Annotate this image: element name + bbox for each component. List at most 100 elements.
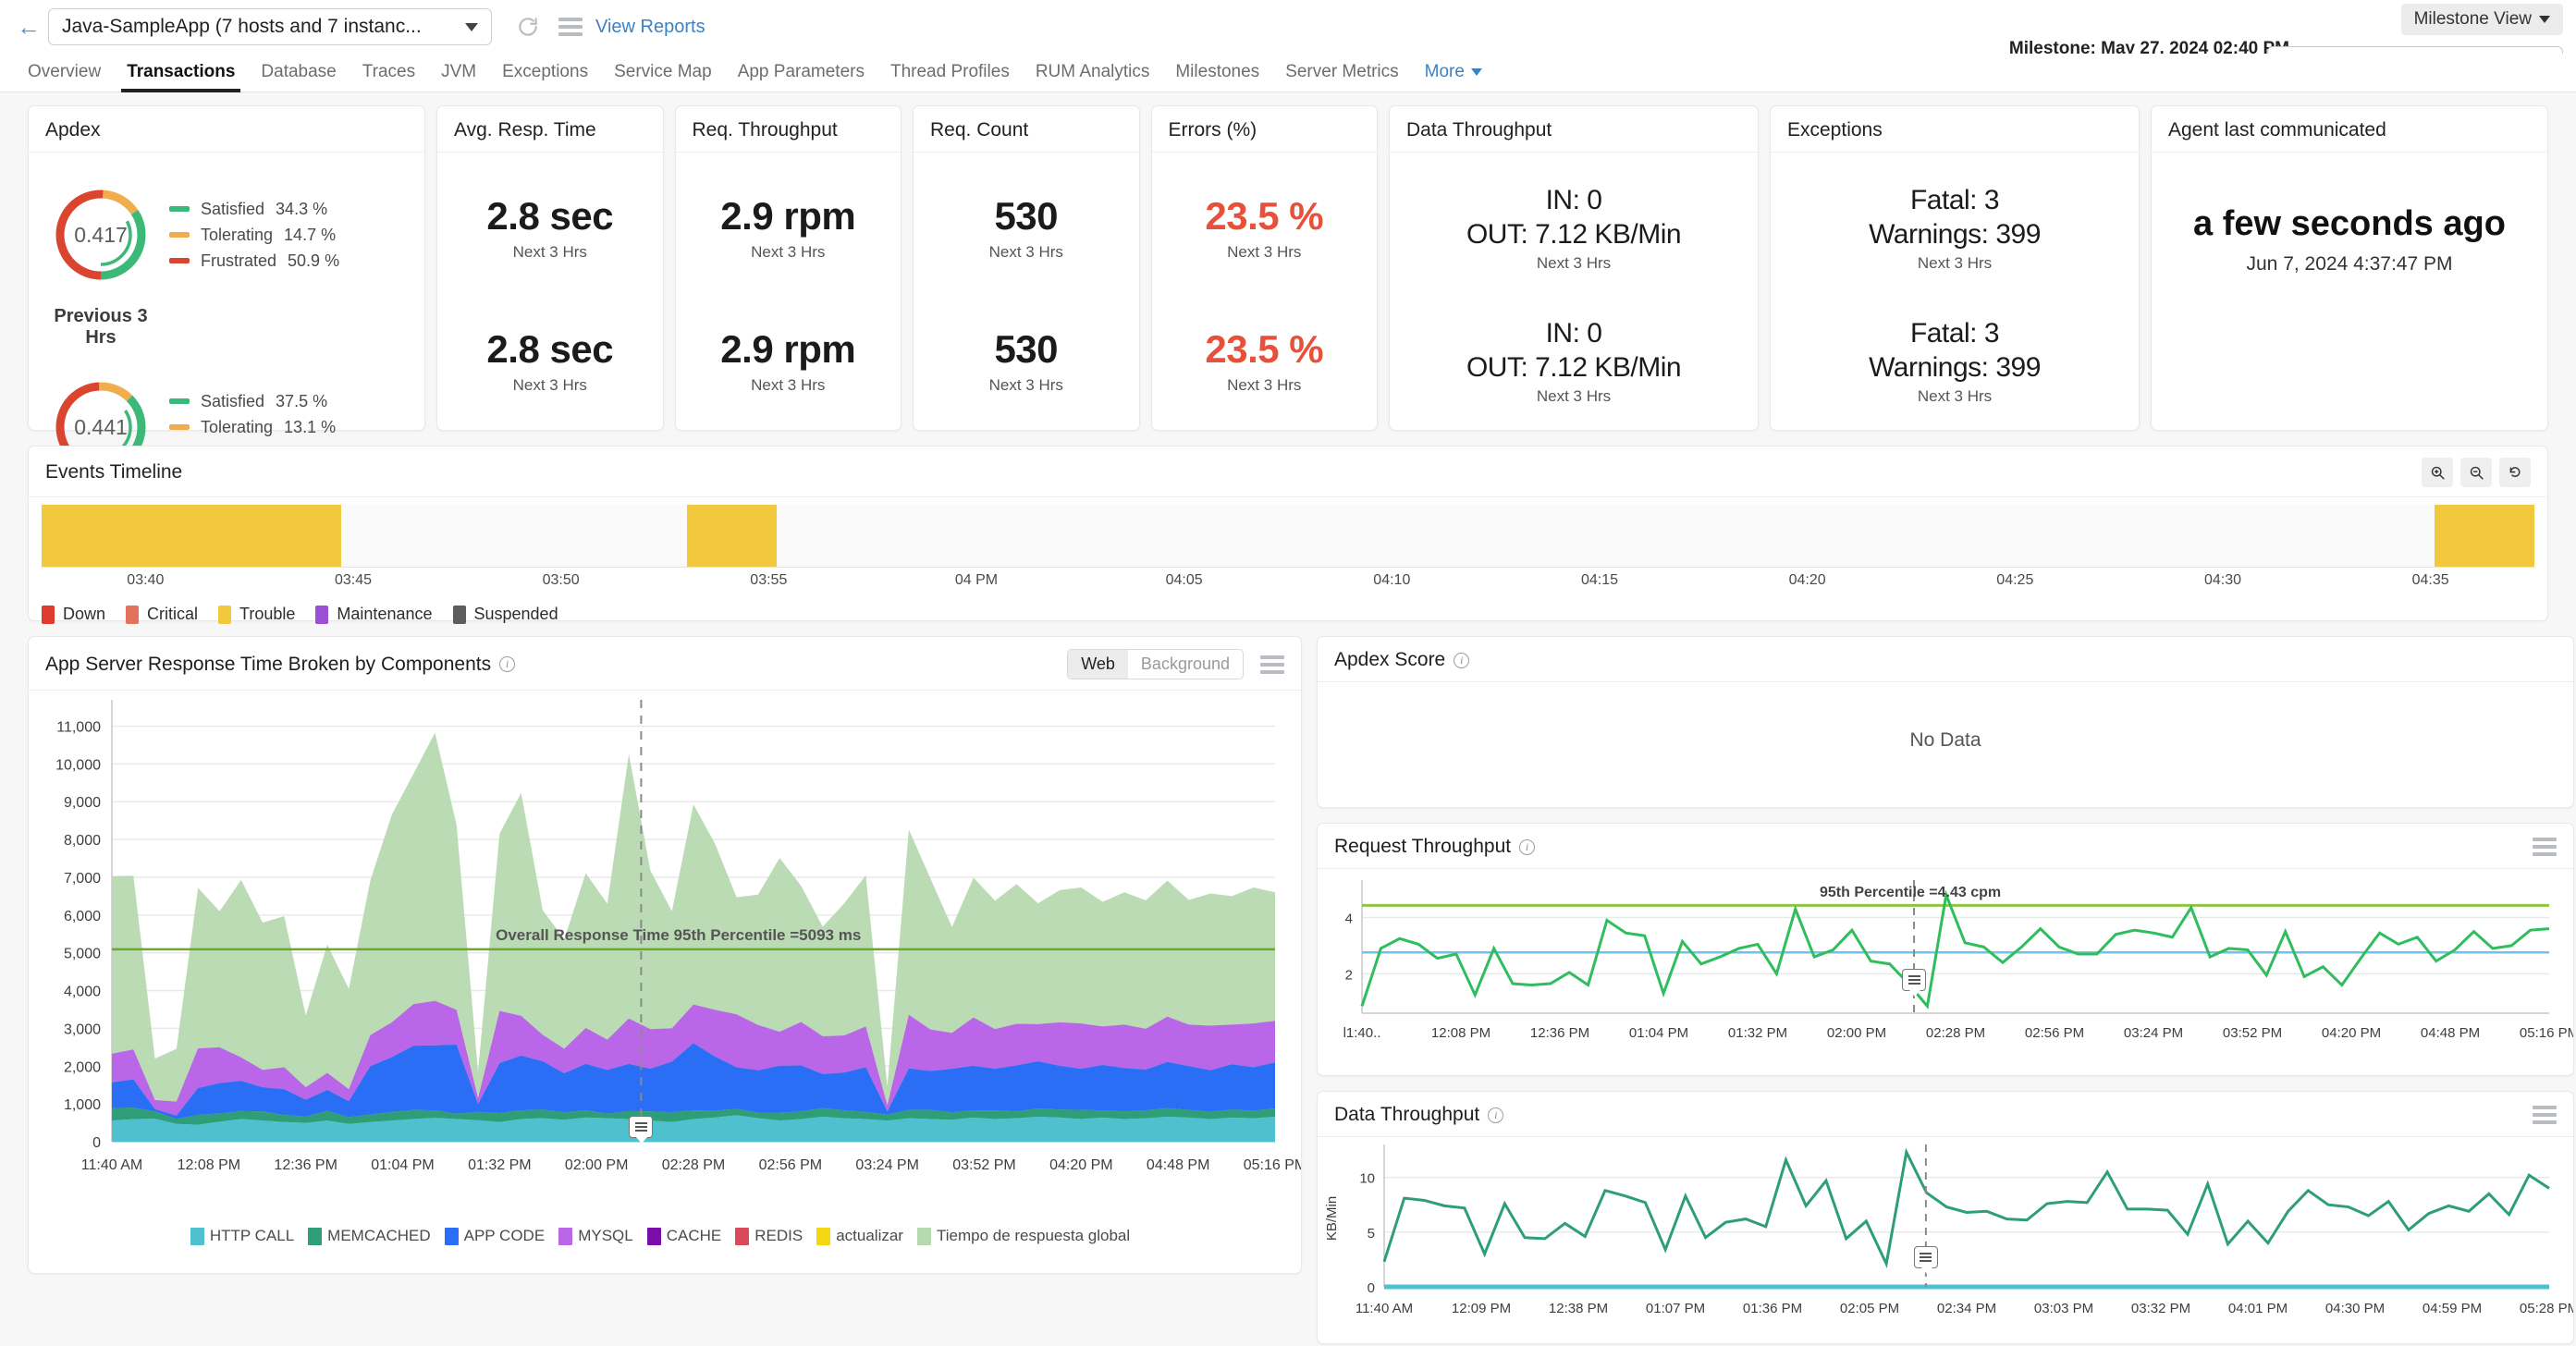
view-reports-link[interactable]: View Reports: [595, 17, 705, 38]
milestone-marker-icon[interactable]: [1902, 969, 1926, 991]
svg-text:02:28 PM: 02:28 PM: [662, 1157, 725, 1173]
chart-legend-item[interactable]: CACHE: [647, 1227, 722, 1245]
svg-text:03:52 PM: 03:52 PM: [952, 1157, 1015, 1173]
chart-menu-icon[interactable]: [2533, 1106, 2557, 1124]
web-background-toggle[interactable]: Web Background: [1067, 649, 1244, 679]
application-selector[interactable]: Java-SampleApp (7 hosts and 7 instanc...: [48, 8, 492, 45]
top-bar: ← Java-SampleApp (7 hosts and 7 instanc.…: [0, 0, 2576, 54]
chart-legend-item[interactable]: APP CODE: [445, 1227, 546, 1245]
nav-tab-service-map[interactable]: Service Map: [601, 62, 725, 92]
nav-tab-database[interactable]: Database: [248, 62, 349, 92]
milestone-marker-icon[interactable]: [629, 1116, 653, 1138]
nav-tab-server-metrics[interactable]: Server Metrics: [1272, 62, 1411, 92]
events-timeline-legend: DownCriticalTroubleMaintenanceSuspended: [29, 595, 2547, 624]
nav-tab-thread-profiles[interactable]: Thread Profiles: [877, 62, 1023, 92]
application-selector-label: Java-SampleApp (7 hosts and 7 instanc...: [62, 16, 422, 38]
kpi-value: 2.8 sec: [486, 195, 613, 238]
chart-menu-icon[interactable]: [1260, 655, 1284, 674]
legend-label: actualizar: [836, 1227, 903, 1245]
events-timeline-track[interactable]: [42, 505, 2534, 568]
legend-label: Tiempo de respuesta global: [937, 1227, 1130, 1245]
svg-text:05:28 PM: 05:28 PM: [2520, 1301, 2573, 1316]
nav-tab-milestones[interactable]: Milestones: [1162, 62, 1272, 92]
svg-text:2: 2: [1345, 967, 1353, 983]
milestone-marker-icon[interactable]: [1914, 1246, 1938, 1268]
events-timeline-segment[interactable]: [2435, 505, 2534, 567]
events-timeline-header: Events Timeline: [29, 447, 2547, 497]
chart-menu-icon[interactable]: [2533, 838, 2557, 856]
kpi-card-title: Avg. Resp. Time: [437, 106, 663, 153]
refresh-icon[interactable]: [516, 15, 540, 39]
chart-legend-item[interactable]: HTTP CALL: [190, 1227, 294, 1245]
kpi-card-title: Errors (%): [1152, 106, 1378, 153]
svg-text:03:32 PM: 03:32 PM: [2131, 1301, 2190, 1316]
svg-text:03:24 PM: 03:24 PM: [2124, 1025, 2183, 1041]
events-timeline-tick: 04:25: [1996, 572, 2033, 589]
svg-text:11:40 AM: 11:40 AM: [81, 1157, 142, 1173]
kpi-value-block: 2.8 secNext 3 Hrs: [437, 162, 663, 295]
data-throughput-chart[interactable]: 0510KB/Min11:40 AM12:09 PM12:38 PM01:07 …: [1318, 1137, 2573, 1334]
nav-tab-traces[interactable]: Traces: [350, 62, 428, 92]
back-arrow-icon[interactable]: ←: [15, 13, 43, 41]
kpi-value: IN: 0: [1546, 318, 1602, 349]
legend-swatch: [169, 398, 190, 404]
legend-label: Down: [63, 605, 105, 624]
apdex-legend: Satisfied34.3 %Tolerating14.7 %Frustrate…: [169, 200, 339, 271]
toggle-option-background[interactable]: Background: [1128, 650, 1243, 679]
info-icon[interactable]: i: [1488, 1107, 1503, 1123]
svg-text:01:07 PM: 01:07 PM: [1646, 1301, 1705, 1316]
svg-text:04:20 PM: 04:20 PM: [2322, 1025, 2381, 1041]
chart-legend-item[interactable]: REDIS: [735, 1227, 803, 1245]
nav-tab-exceptions[interactable]: Exceptions: [489, 62, 601, 92]
info-icon[interactable]: i: [1454, 653, 1469, 668]
kpi-subtitle: Next 3 Hrs: [1227, 376, 1301, 395]
chart-legend-item[interactable]: MEMCACHED: [308, 1227, 430, 1245]
events-timeline-tick: 04:15: [1581, 572, 1618, 589]
apdex-score-panel: Apdex Score i No Data: [1317, 636, 2574, 808]
reset-zoom-icon[interactable]: [2499, 458, 2531, 487]
svg-text:KB/Min: KB/Min: [1324, 1196, 1340, 1241]
svg-text:02:00 PM: 02:00 PM: [565, 1157, 628, 1173]
request-throughput-chart[interactable]: 2495th Percentile =4.43 cpml1:40..12:08 …: [1318, 869, 2573, 1066]
svg-text:1,000: 1,000: [64, 1097, 101, 1113]
chart-legend-item[interactable]: Tiempo de respuesta global: [917, 1227, 1130, 1245]
kpi-subtitle: Next 3 Hrs: [751, 243, 825, 262]
panel-title: Request Throughput i: [1334, 836, 1535, 858]
kpi-card-title: Apdex: [29, 106, 424, 153]
legend-label: Satisfied: [201, 200, 264, 219]
svg-text:04:01 PM: 04:01 PM: [2228, 1301, 2288, 1316]
events-timeline-segment[interactable]: [42, 505, 341, 567]
nav-tab-overview[interactable]: Overview: [15, 62, 114, 92]
chevron-down-icon: [465, 23, 478, 31]
chart-legend-item[interactable]: actualizar: [816, 1227, 903, 1245]
events-timeline-segment[interactable]: [687, 505, 777, 567]
nav-tab-jvm[interactable]: JVM: [428, 62, 489, 92]
nav-tab-rum-analytics[interactable]: RUM Analytics: [1023, 62, 1163, 92]
svg-text:5,000: 5,000: [64, 947, 101, 962]
hamburger-icon[interactable]: [558, 18, 583, 36]
legend-swatch: [169, 206, 190, 212]
kpi-card-title: Exceptions: [1771, 106, 2139, 153]
events-timeline-tick: 03:55: [750, 572, 787, 589]
request-throughput-panel: Request Throughput i 2495th Percentile =…: [1317, 823, 2574, 1076]
zoom-in-icon[interactable]: [2422, 458, 2453, 487]
svg-text:7,000: 7,000: [64, 871, 101, 887]
info-icon[interactable]: i: [499, 656, 515, 672]
kpi-card-apdex: Apdex 0.417Satisfied34.3 %Tolerating14.7…: [28, 105, 425, 431]
zoom-out-icon[interactable]: [2460, 458, 2492, 487]
legend-swatch: [169, 424, 190, 430]
nav-tab-transactions[interactable]: Transactions: [114, 62, 248, 92]
legend-chip: [917, 1228, 931, 1245]
legend-chip: [190, 1228, 204, 1245]
milestone-view-label: Milestone View: [2414, 9, 2532, 30]
app-server-response-time-chart[interactable]: 01,0002,0003,0004,0005,0006,0007,0008,00…: [29, 691, 1301, 1218]
kpi-value-block: Fatal: 3Warnings: 399Next 3 Hrs: [1771, 162, 2139, 295]
events-timeline-legend-item: Maintenance: [315, 605, 432, 624]
svg-text:04:59 PM: 04:59 PM: [2423, 1301, 2482, 1316]
info-icon[interactable]: i: [1519, 839, 1535, 855]
milestone-view-button[interactable]: Milestone View: [2401, 4, 2563, 35]
nav-tab-more[interactable]: More: [1412, 62, 1495, 92]
toggle-option-web[interactable]: Web: [1068, 650, 1128, 679]
chart-legend-item[interactable]: MYSQL: [558, 1227, 633, 1245]
nav-tab-app-parameters[interactable]: App Parameters: [725, 62, 877, 92]
